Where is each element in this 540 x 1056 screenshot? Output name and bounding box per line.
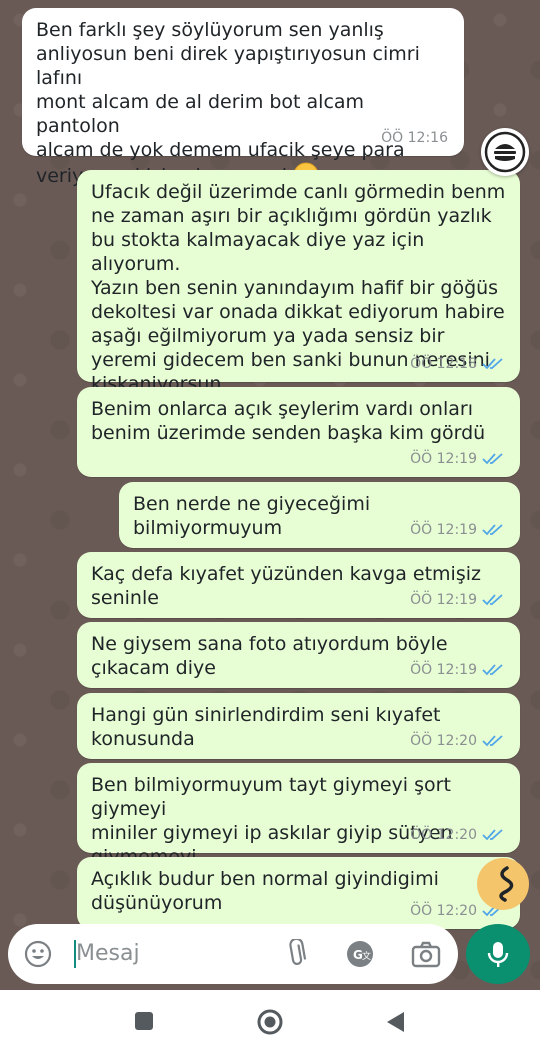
home-icon[interactable] — [256, 1008, 284, 1036]
message-meta: ÖÖ 12:19 — [410, 447, 504, 471]
message-incoming[interactable]: Ben farklı şey söylüyorum sen yanlış anl… — [22, 8, 464, 188]
read-receipt-icon — [482, 358, 503, 370]
message-time: ÖÖ 12:20 — [410, 827, 477, 843]
message-outgoing[interactable]: Ben bilmiyormuyum tayt giymeyi şort giym… — [77, 763, 520, 868]
message-text: Ben bilmiyormuyum tayt giymeyi şort giym… — [91, 774, 453, 868]
message-meta: ÖÖ 12:19 — [410, 518, 504, 542]
squiggle-assist-button[interactable] — [477, 858, 529, 910]
read-receipt-icon — [482, 735, 503, 747]
message-input[interactable]: Mesaj — [76, 941, 140, 966]
message-time: ÖÖ 12:19 — [410, 662, 477, 678]
message-time: ÖÖ 12:19 — [410, 522, 477, 538]
translate-icon[interactable]: G 文 — [344, 938, 376, 970]
svg-text:文: 文 — [362, 950, 371, 962]
message-meta: ÖÖ 12:19 — [410, 588, 504, 612]
camera-icon[interactable] — [410, 939, 442, 969]
message-text: Ben farklı şey söylüyorum sen yanlış anl… — [36, 18, 450, 188]
mic-button[interactable] — [466, 924, 530, 984]
message-composer[interactable]: Mesaj G 文 — [8, 924, 458, 984]
message-meta: ÖÖ 12:20 — [410, 729, 504, 753]
message-outgoing[interactable]: Hangi gün sinirlendirdim seni kıyafet ko… — [77, 693, 520, 759]
recents-icon[interactable] — [133, 1010, 155, 1032]
message-meta: ÖÖ 12:18 — [410, 352, 504, 376]
message-time: ÖÖ 12:20 — [410, 903, 477, 919]
back-icon[interactable] — [384, 1010, 406, 1034]
message-meta: ÖÖ 12:16 — [381, 126, 448, 150]
burger-menu-button[interactable] — [481, 128, 529, 176]
message-outgoing[interactable]: Benim onlarca açık şeylerim vardı onları… — [77, 387, 520, 477]
emoji-icon[interactable] — [24, 940, 52, 968]
read-receipt-icon — [482, 524, 503, 536]
chat-area: Ben farklı şey söylüyorum sen yanlış anl… — [0, 0, 540, 990]
message-time: ÖÖ 12:19 — [410, 592, 477, 608]
message-time: ÖÖ 12:16 — [381, 130, 448, 146]
message-outgoing[interactable]: Ne giysem sana foto atıyordum böyle çıka… — [77, 622, 520, 688]
read-receipt-icon — [482, 664, 503, 676]
message-time: ÖÖ 12:18 — [410, 356, 477, 372]
message-outgoing[interactable]: Ben nerde ne giyeceğimi bilmiyormuyum ÖÖ… — [119, 482, 520, 548]
message-meta: ÖÖ 12:19 — [410, 658, 504, 682]
message-time: ÖÖ 12:19 — [410, 451, 477, 467]
read-receipt-icon — [482, 453, 503, 465]
burger-menu-icon — [484, 131, 526, 173]
read-receipt-icon — [482, 594, 503, 606]
squiggle-assist-icon — [499, 866, 514, 902]
read-receipt-icon — [482, 829, 503, 841]
message-outgoing[interactable]: Ufacık değil üzerimde canlı görmedin ben… — [77, 170, 520, 395]
system-nav-bar — [0, 990, 540, 1056]
message-outgoing[interactable]: Açıklık budur ben normal giyindigimi düş… — [77, 857, 520, 929]
message-outgoing[interactable]: Kaç defa kıyafet yüzünden kavga etmişiz … — [77, 552, 520, 618]
message-meta: ÖÖ 12:20 — [410, 823, 504, 847]
mic-icon — [487, 942, 509, 967]
attach-icon[interactable] — [284, 939, 308, 969]
message-time: ÖÖ 12:20 — [410, 733, 477, 749]
message-text: Benim onlarca açık şeylerim vardı onları… — [91, 398, 486, 444]
